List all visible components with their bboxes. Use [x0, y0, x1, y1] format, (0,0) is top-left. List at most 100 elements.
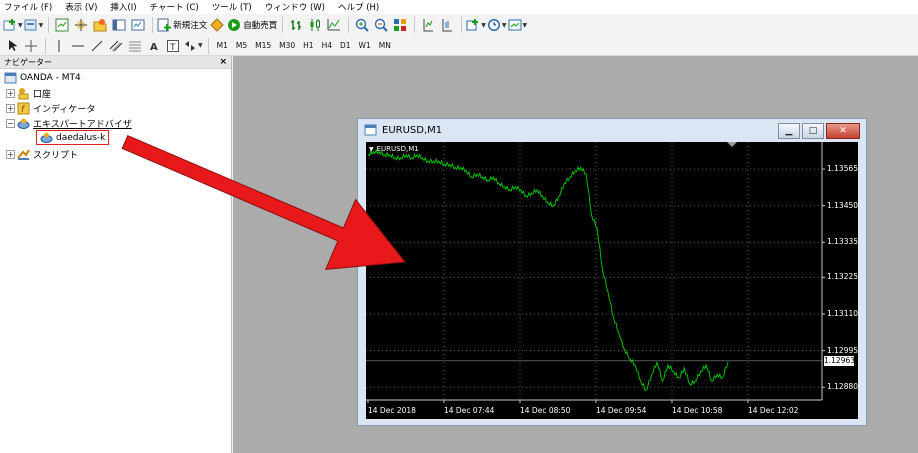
- text-icon: A: [150, 42, 158, 53]
- timeframe-m5[interactable]: M5: [232, 38, 251, 54]
- expand-toggle[interactable]: +: [6, 88, 15, 98]
- navigator-title: ナビゲーター: [4, 57, 52, 67]
- tree-root-terminal[interactable]: OANDA - MT4: [4, 71, 81, 85]
- x-tick-label: 14 Dec 10:58: [672, 406, 723, 415]
- cursor-icon: [9, 39, 18, 51]
- new-order-label: 新規注文: [173, 21, 208, 31]
- profiles-icon: [24, 19, 37, 31]
- toolbar-separator: [152, 17, 154, 33]
- metaeditor-button[interactable]: [208, 16, 226, 34]
- timeframe-mn[interactable]: MN: [375, 38, 395, 54]
- maximize-button[interactable]: □: [802, 123, 824, 139]
- metaeditor-icon: [210, 18, 224, 32]
- toolbar-separator: [282, 17, 284, 33]
- timeframe-h1[interactable]: H1: [299, 38, 317, 54]
- x-tick-label: 14 Dec 12:02: [748, 406, 799, 415]
- timeframe-h4[interactable]: H4: [318, 38, 336, 54]
- zoom-out-button[interactable]: [372, 16, 390, 34]
- equidistant-channel-button[interactable]: [107, 37, 125, 55]
- candlestick-button[interactable]: [306, 16, 324, 34]
- line-chart-button[interactable]: [325, 16, 343, 34]
- templates-icon: [508, 19, 522, 31]
- crosshair-icon: [25, 39, 37, 52]
- candlestick-icon: [310, 19, 321, 31]
- tree-item-scripts-label: スクリプト: [33, 150, 79, 161]
- price-chart[interactable]: ▼ EURUSD,M1 1.13565 1.13450 1.13335 1.13225 1…: [366, 142, 858, 419]
- minimize-button[interactable]: ▁: [778, 123, 800, 139]
- text-label-icon: T: [167, 39, 179, 53]
- trendline-button[interactable]: [88, 37, 106, 55]
- y-tick-label: 1.13450: [827, 200, 859, 210]
- market-watch-icon: [55, 18, 69, 32]
- timeframe-d1[interactable]: D1: [336, 38, 355, 54]
- terminal-icon: [112, 19, 126, 31]
- auto-trading-button[interactable]: 自動売買: [227, 16, 277, 34]
- navigator-button[interactable]: [91, 16, 109, 34]
- timeframe-m15[interactable]: M15: [251, 38, 275, 54]
- menu-window[interactable]: ウィンドウ (W): [265, 1, 325, 13]
- toolbar-separator: [207, 37, 209, 54]
- tree-item-indicators[interactable]: + f インディケータ: [6, 101, 95, 115]
- menu-file[interactable]: ファイル (F): [4, 1, 52, 13]
- menu-tools[interactable]: ツール (T): [212, 1, 252, 13]
- market-watch-button[interactable]: [53, 16, 71, 34]
- y-tick-label: 1.13110: [827, 309, 859, 318]
- text-button[interactable]: A: [145, 37, 163, 55]
- x-tick-label: 14 Dec 08:50: [520, 406, 571, 415]
- periods-button[interactable]: ▼: [487, 16, 507, 34]
- new-chart-button[interactable]: ▼: [3, 16, 23, 34]
- vertical-line-button[interactable]: [50, 37, 68, 55]
- y-tick-label: 1.12880: [827, 382, 859, 392]
- indicators-button[interactable]: ▼: [466, 16, 486, 34]
- tree-item-expert-advisors[interactable]: − エキスパートアドバイザ: [6, 116, 132, 130]
- navigator-close-button[interactable]: ×: [219, 57, 227, 67]
- profiles-button[interactable]: ▼: [24, 16, 43, 34]
- close-button[interactable]: ✕: [826, 123, 860, 139]
- tree-item-scripts[interactable]: + スクリプト: [6, 147, 78, 161]
- data-window-button[interactable]: [72, 16, 90, 34]
- crosshair-button[interactable]: [22, 37, 40, 55]
- y-tick-label: 1.12995: [827, 345, 859, 355]
- y-tick-label: 1.13335: [827, 237, 859, 247]
- cursor-button[interactable]: [3, 37, 21, 55]
- chart-window-titlebar[interactable]: EURUSD,M1 ▁ □ ✕: [358, 119, 866, 142]
- y-tick-label: 1.13565: [827, 164, 859, 174]
- expand-toggle[interactable]: +: [6, 149, 15, 159]
- terminal-button[interactable]: [110, 16, 128, 34]
- chart-menu-triangle-icon[interactable]: ▼: [369, 146, 374, 153]
- new-order-icon: [157, 18, 172, 32]
- horizontal-line-button[interactable]: [69, 37, 87, 55]
- bar-chart-button[interactable]: [287, 16, 305, 34]
- line-chart-icon: [327, 19, 341, 31]
- x-tick-label: 14 Dec 2018: [368, 406, 416, 415]
- navigator-header: ナビゲーター ×: [0, 56, 231, 69]
- timeframe-m30[interactable]: M30: [275, 38, 299, 54]
- collapse-toggle[interactable]: −: [6, 118, 15, 128]
- fibonacci-button[interactable]: [126, 37, 144, 55]
- strategy-tester-button[interactable]: [129, 16, 147, 34]
- timeframe-w1[interactable]: W1: [355, 38, 375, 54]
- auto-scroll-button[interactable]: [438, 16, 456, 34]
- clock-icon: [487, 19, 500, 31]
- timeframe-m1[interactable]: M1: [213, 38, 232, 54]
- menu-view[interactable]: 表示 (V): [65, 1, 97, 13]
- chart-symbol-text: EURUSD,M1: [376, 145, 419, 153]
- menu-insert[interactable]: 挿入(I): [110, 1, 136, 13]
- chart-shift-button[interactable]: [419, 16, 437, 34]
- tile-windows-button[interactable]: [391, 16, 409, 34]
- price-series-line: [367, 148, 729, 392]
- expand-toggle[interactable]: +: [6, 103, 15, 113]
- y-tick-label: 1.13225: [827, 272, 859, 282]
- text-label-button[interactable]: T: [164, 37, 182, 55]
- templates-button[interactable]: ▼: [508, 16, 527, 34]
- menu-help[interactable]: ヘルプ (H): [338, 1, 379, 13]
- tree-item-accounts[interactable]: + 口座: [6, 86, 51, 100]
- new-chart-icon: [3, 19, 15, 31]
- chart-symbol-label: ▼ EURUSD,M1: [369, 145, 419, 153]
- tree-item-expert-daedalus[interactable]: daedalus-k: [36, 130, 110, 145]
- menu-charts[interactable]: チャート (C): [150, 1, 199, 13]
- zoom-in-button[interactable]: [353, 16, 371, 34]
- indicators-icon: [466, 19, 479, 31]
- arrows-button[interactable]: ▼: [183, 37, 203, 55]
- new-order-button[interactable]: 新規注文: [157, 16, 207, 34]
